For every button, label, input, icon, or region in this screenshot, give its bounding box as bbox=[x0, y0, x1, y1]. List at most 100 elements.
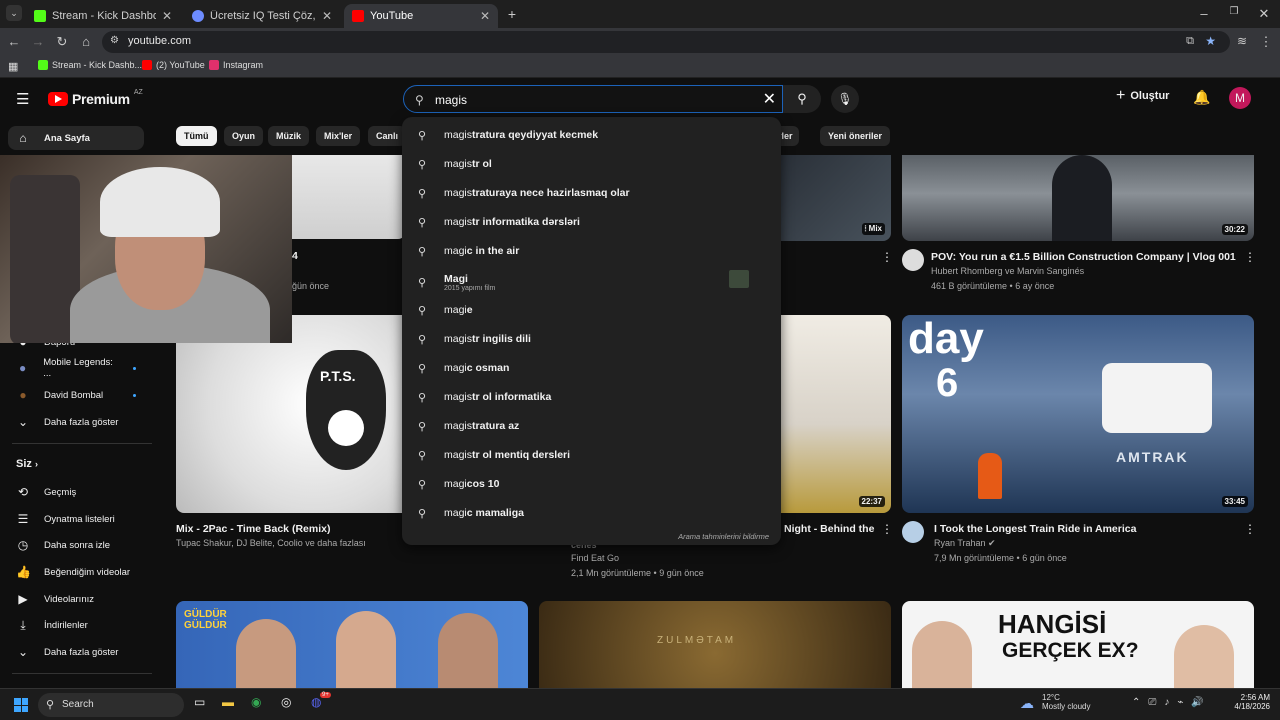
suggestion-item[interactable]: ⚲ magistr ol bbox=[402, 151, 781, 177]
channel-name[interactable]: Find Eat Go bbox=[571, 553, 619, 563]
sidebar-item-playlists[interactable]: ☰ Oynatma listeleri bbox=[8, 507, 144, 531]
youtube-premium-logo[interactable]: Premium AZ bbox=[48, 89, 143, 107]
bookmark-instagram[interactable]: Instagram bbox=[209, 60, 263, 70]
close-tab-icon[interactable]: ✕ bbox=[162, 9, 172, 23]
report-predictions-link[interactable]: Arama tahminlerini bildirme bbox=[678, 532, 769, 541]
video-title[interactable]: Mix - 2Pac - Time Back (Remix) bbox=[176, 523, 330, 535]
forward-icon[interactable]: → bbox=[30, 34, 46, 49]
video-thumbnail-2pac-mix[interactable]: P.T.S. bbox=[176, 315, 406, 513]
chip-mixes[interactable]: Mix'ler bbox=[316, 126, 361, 146]
suggestion-item[interactable]: ⚲ magic mamaliga bbox=[402, 500, 781, 526]
search-input[interactable]: magis bbox=[435, 93, 467, 107]
sidebar-item-downloads[interactable]: ⤓ İndirilenler bbox=[8, 613, 144, 637]
sidebar-item-history[interactable]: ⟲ Geçmiş bbox=[8, 480, 144, 504]
sidebar-item-david-bombal[interactable]: ● David Bombal bbox=[8, 383, 144, 407]
hamburger-menu-icon[interactable]: ☰ bbox=[16, 90, 29, 108]
task-view-icon[interactable]: ▭ bbox=[194, 695, 205, 709]
bookmark-kick[interactable]: Stream - Kick Dashb... bbox=[38, 60, 142, 70]
video-thumbnail-pov[interactable]: 30:22 bbox=[902, 155, 1254, 241]
suggestion-item[interactable]: ⚲ magistr ol informatika bbox=[402, 384, 781, 410]
new-tab-button[interactable]: + bbox=[504, 6, 520, 22]
minimize-icon[interactable]: – bbox=[1196, 6, 1212, 21]
sidebar-item-your-videos[interactable]: ▶ Videolarınız bbox=[8, 587, 144, 611]
extensions-icon[interactable]: ≋ bbox=[1234, 34, 1250, 48]
notifications-bell-icon[interactable]: 🔔 bbox=[1193, 89, 1210, 106]
chrome-icon[interactable]: ◉ bbox=[251, 695, 261, 709]
sidebar-item-mobile-legends[interactable]: ● Mobile Legends: ... bbox=[8, 356, 144, 380]
suggestion-item[interactable]: ⚲ magistr informatika dərsləri bbox=[402, 209, 781, 235]
apps-grid-icon[interactable]: ▦ bbox=[8, 60, 18, 73]
chip-new-recommendations[interactable]: Yeni öneriler bbox=[820, 126, 891, 146]
video-title[interactable]: 4 bbox=[292, 250, 298, 262]
bookmark-youtube[interactable]: (2) YouTube bbox=[142, 60, 205, 70]
reload-icon[interactable]: ↻ bbox=[54, 34, 70, 50]
tab-youtube[interactable]: YouTube ✕ bbox=[344, 4, 498, 28]
clear-search-icon[interactable]: ✕ bbox=[763, 89, 776, 109]
suggestion-item[interactable]: ⚲ magic osman bbox=[402, 355, 781, 381]
suggestion-item[interactable]: ⚲ magicos 10 bbox=[402, 471, 781, 497]
more-options-icon[interactable]: ⋮ bbox=[1244, 250, 1256, 264]
tab-iq-test[interactable]: Ücretsiz IQ Testi Çöz, IQ Seviyen ✕ bbox=[184, 4, 340, 28]
video-thumbnail-food[interactable]: 22:37 bbox=[781, 315, 891, 513]
windows-start-icon[interactable] bbox=[14, 698, 28, 712]
suggestion-item[interactable]: ⚲ magistr ingilis dili bbox=[402, 326, 781, 352]
obs-icon[interactable]: ◎ bbox=[281, 695, 291, 709]
taskbar-search[interactable]: ⚲ Search bbox=[38, 693, 184, 717]
chip-gaming[interactable]: Oyun bbox=[224, 126, 264, 146]
suggestion-item[interactable]: ⚲ magistratura qeydiyyat kecmek bbox=[402, 122, 781, 148]
voice-search-button[interactable]: 🎙 bbox=[831, 85, 859, 113]
sidebar-item-liked[interactable]: 👍 Beğendiğim videolar bbox=[8, 560, 144, 584]
create-button[interactable]: + Oluştur bbox=[1116, 87, 1169, 105]
close-tab-icon[interactable]: ✕ bbox=[322, 9, 332, 23]
video-thumbnail-zulmet[interactable]: ZULMƏTAM bbox=[539, 601, 891, 688]
install-app-icon[interactable]: ⧉ bbox=[1186, 35, 1194, 48]
video-thumbnail-train[interactable]: day 6 AMTRAK 33:45 bbox=[902, 315, 1254, 513]
account-avatar[interactable]: M bbox=[1229, 87, 1251, 109]
restore-icon[interactable]: ❐ bbox=[1226, 6, 1242, 17]
channel-avatar[interactable] bbox=[902, 249, 924, 271]
clock[interactable]: 2:56 AM 4/18/2026 bbox=[1234, 693, 1270, 711]
close-window-icon[interactable]: ✕ bbox=[1256, 6, 1272, 22]
suggestion-item[interactable]: ⚲ magistratura az bbox=[402, 413, 781, 439]
search-button[interactable]: ⚲ bbox=[783, 85, 821, 113]
sidebar-show-more[interactable]: ⌄ Daha fazla göster bbox=[8, 410, 144, 434]
sidebar-item-watch-later[interactable]: ◷ Daha sonra izle bbox=[8, 533, 144, 557]
menu-icon[interactable]: ⋮ bbox=[1258, 34, 1274, 50]
sidebar-show-more-you[interactable]: ⌄ Daha fazla göster bbox=[8, 640, 144, 664]
you-section-heading[interactable]: Siz › bbox=[16, 458, 38, 470]
mix-thumbnail[interactable]: ⦙ Mix bbox=[781, 155, 891, 241]
tab-kick[interactable]: Stream - Kick Dashboard ✕ bbox=[26, 4, 180, 28]
video-title[interactable]: I Took the Longest Train Ride in America bbox=[934, 523, 1136, 535]
more-options-icon[interactable]: ⋮ bbox=[881, 250, 893, 264]
back-icon[interactable]: ← bbox=[6, 34, 22, 49]
omnibox[interactable]: ⚙ youtube.com ⧉ ★ bbox=[102, 31, 1230, 53]
chip-all[interactable]: Tümü bbox=[176, 126, 217, 146]
video-thumbnail-guldur[interactable]: GÜLDÜR GÜLDÜR bbox=[176, 601, 528, 688]
channel-row[interactable]: Ryan Trahan ✔ bbox=[934, 538, 996, 549]
sidebar-item-home[interactable]: ⌂ Ana Sayfa bbox=[8, 126, 144, 150]
bookmark-star-icon[interactable]: ★ bbox=[1205, 34, 1216, 48]
suggestion-item[interactable]: ⚲ Magi 2015 yapımı film bbox=[402, 267, 781, 297]
system-tray-icons[interactable]: ⌃⎚♪⌁🔊 bbox=[1132, 697, 1212, 708]
file-explorer-icon[interactable]: ▬ bbox=[222, 695, 234, 709]
more-options-icon[interactable]: ⋮ bbox=[1244, 522, 1256, 536]
more-options-icon[interactable]: ⋮ bbox=[881, 522, 893, 536]
chip-live[interactable]: Canlı bbox=[368, 126, 407, 146]
video-title[interactable]: POV: You run a €1.5 Billion Construction… bbox=[931, 251, 1236, 263]
video-thumbnail-hangisi[interactable]: HANGİSİ GERÇEK EX? bbox=[902, 601, 1254, 688]
suggestion-item[interactable]: ⚲ magistraturaya nece hazirlasmaq olar bbox=[402, 180, 781, 206]
suggestion-item[interactable]: ⚲ magistr ol mentiq dersleri bbox=[402, 442, 781, 468]
suggestion-item[interactable]: ⚲ magic in the air bbox=[402, 238, 781, 264]
channel-name[interactable]: Hubert Rhomberg ve Marvin Sanginés bbox=[931, 266, 1084, 276]
weather-widget[interactable]: 12°C Mostly cloudy bbox=[1042, 693, 1090, 711]
channel-name[interactable]: Tupac Shakur, DJ Belite, Coolio ve daha … bbox=[176, 538, 366, 548]
suggestion-item[interactable]: ⚲ magie bbox=[402, 297, 781, 323]
home-icon[interactable]: ⌂ bbox=[78, 34, 94, 49]
chip-music[interactable]: Müzik bbox=[268, 126, 310, 146]
channel-avatar[interactable] bbox=[902, 521, 924, 543]
site-info-icon[interactable]: ⚙ bbox=[110, 35, 119, 46]
tab-list-icon[interactable]: ⌄ bbox=[6, 5, 22, 21]
video-title[interactable]: Night - Behind the bbox=[784, 523, 874, 535]
search-box[interactable]: ⚲ magis ✕ bbox=[403, 85, 783, 113]
close-tab-icon[interactable]: ✕ bbox=[480, 9, 490, 23]
